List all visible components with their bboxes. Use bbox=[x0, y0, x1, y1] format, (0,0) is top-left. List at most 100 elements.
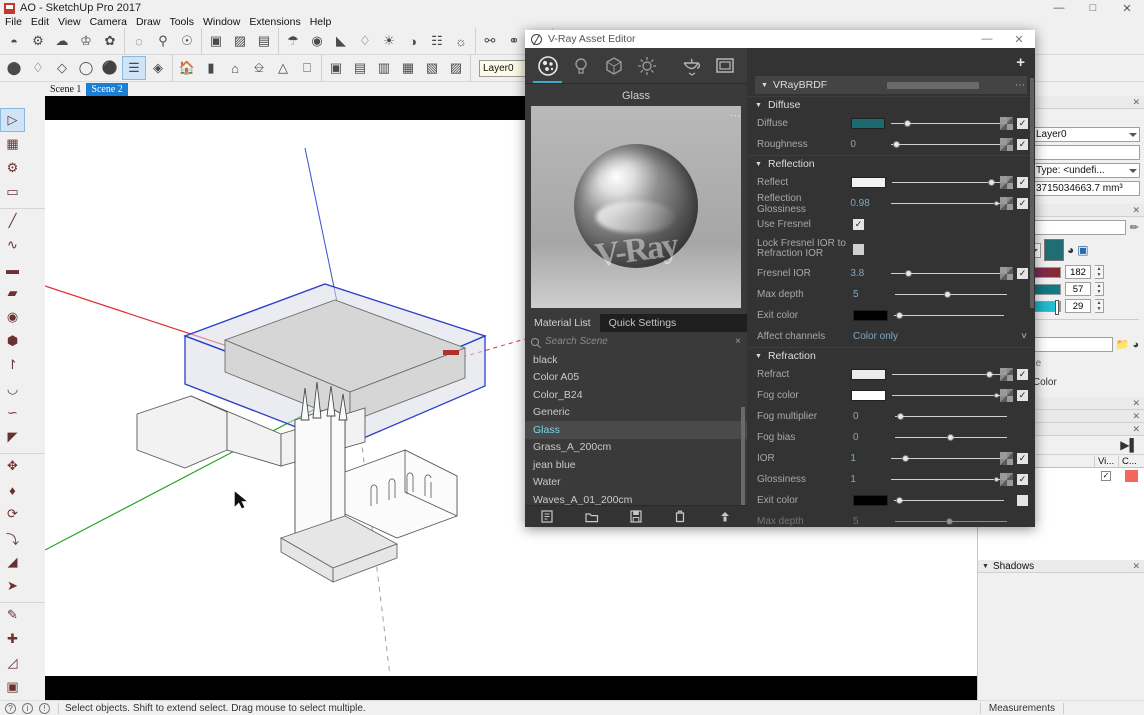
ies-light-icon[interactable]: ♢ bbox=[353, 29, 377, 53]
reflection-glossiness-value[interactable]: 0.98 bbox=[850, 198, 891, 209]
geometry-tab[interactable] bbox=[597, 49, 630, 83]
style-back-edges-icon[interactable]: ◈ bbox=[146, 56, 170, 80]
glossiness-texture-slot-icon[interactable] bbox=[1000, 473, 1013, 486]
roughness-enable-checkbox[interactable]: ✓ bbox=[1017, 139, 1028, 150]
close-button[interactable]: ✕ bbox=[1110, 0, 1144, 16]
dimension-tool-icon[interactable]: ✚ bbox=[0, 627, 25, 651]
material-list-scrollbar[interactable] bbox=[741, 407, 745, 505]
max-depth-refraction-slider[interactable] bbox=[895, 516, 1007, 528]
exit-color-swatch[interactable] bbox=[853, 310, 888, 321]
arc-tool-icon[interactable]: ↾ bbox=[0, 353, 25, 377]
view-top-icon[interactable]: ▮ bbox=[199, 56, 223, 80]
paint-bucket-icon[interactable]: ◕ bbox=[1067, 243, 1074, 257]
fresnel-ior-texture-slot-icon[interactable] bbox=[1000, 267, 1013, 280]
select-tool-icon[interactable]: ▷ bbox=[0, 108, 25, 132]
fog-bias-value[interactable]: 0 bbox=[853, 432, 895, 443]
hue-value[interactable]: 182 bbox=[1065, 265, 1091, 279]
browse-texture-icon[interactable]: 📁 bbox=[1116, 338, 1130, 351]
menu-edit[interactable]: Edit bbox=[31, 16, 49, 28]
menu-file[interactable]: File bbox=[5, 16, 22, 28]
3point-arc-tool-icon[interactable]: ∽ bbox=[0, 401, 25, 425]
pie-tool-icon[interactable]: ◤ bbox=[0, 425, 25, 449]
menu-camera[interactable]: Camera bbox=[90, 16, 127, 28]
materials-tab[interactable] bbox=[531, 49, 564, 83]
freehand-tool-icon[interactable]: ∿ bbox=[0, 233, 25, 257]
close-icon[interactable]: ✕ bbox=[1132, 398, 1140, 409]
affect-channels-value[interactable]: Color only bbox=[853, 331, 1021, 342]
style-monochrome-icon[interactable]: ☰ bbox=[122, 56, 146, 80]
exit-color-refraction-slider[interactable] bbox=[894, 495, 1004, 507]
layer-merge-icon[interactable]: ▦ bbox=[396, 56, 420, 80]
eyedropper-icon[interactable]: ✏ bbox=[1130, 221, 1139, 234]
minimize-button[interactable]: — bbox=[1042, 0, 1076, 16]
protractor-tool-icon[interactable]: ◿ bbox=[0, 651, 25, 675]
move-tool-icon[interactable]: ✥ bbox=[0, 454, 25, 478]
frame-buffer-icon[interactable]: ▣ bbox=[204, 29, 228, 53]
render-crown-icon[interactable]: ♔ bbox=[74, 29, 98, 53]
eraser-tool-icon[interactable]: ▭ bbox=[0, 180, 25, 204]
section-header-diffuse[interactable]: ▼ Diffuse bbox=[747, 96, 1035, 113]
context-help-icon[interactable]: ? bbox=[5, 702, 16, 714]
fog-multiplier-slider[interactable] bbox=[895, 411, 1007, 423]
match-screen-color-icon[interactable]: ▣ bbox=[1077, 243, 1088, 257]
saturation-value[interactable]: 57 bbox=[1065, 282, 1091, 296]
line-tool-icon[interactable]: ╱ bbox=[0, 209, 25, 233]
entity-type-dropdown[interactable]: Type: <undefi... bbox=[1032, 163, 1140, 178]
refract-texture-slot-icon[interactable] bbox=[1000, 368, 1013, 381]
make-component-tool-icon[interactable]: ▦ bbox=[0, 132, 25, 156]
max-depth-refraction-value[interactable]: 5 bbox=[853, 516, 895, 527]
diffuse-slider[interactable] bbox=[890, 118, 1000, 130]
section-header-reflection[interactable]: ▼ Reflection bbox=[747, 155, 1035, 172]
reflect-enable-checkbox[interactable]: ✓ bbox=[1017, 177, 1028, 188]
brightness-stepper[interactable]: ▲ ▼ bbox=[1095, 299, 1104, 313]
material-color-swatch[interactable] bbox=[1044, 239, 1064, 261]
reflect-texture-slot-icon[interactable] bbox=[1000, 176, 1013, 189]
close-icon[interactable]: ✕ bbox=[1132, 561, 1140, 572]
sphere-light-icon[interactable]: ◉ bbox=[305, 29, 329, 53]
tab-quick-settings[interactable]: Quick Settings bbox=[599, 314, 686, 332]
brdf-layer-header[interactable]: ▼ VRayBRDF ⋮ bbox=[755, 76, 1027, 94]
reflection-glossiness-slider[interactable] bbox=[891, 198, 1000, 210]
frame-buffer-tab[interactable] bbox=[708, 49, 741, 83]
diffuse-texture-slot-icon[interactable] bbox=[1000, 117, 1013, 130]
close-icon[interactable]: ✕ bbox=[1132, 424, 1140, 435]
style-shaded-icon[interactable]: ◯ bbox=[74, 56, 98, 80]
menu-tools[interactable]: Tools bbox=[169, 16, 194, 28]
exit-color-refraction-swatch[interactable] bbox=[853, 495, 888, 506]
menu-window[interactable]: Window bbox=[203, 16, 240, 28]
proxy-mesh-icon[interactable]: ⚭ bbox=[502, 29, 526, 53]
hue-stepper[interactable]: ▲ ▼ bbox=[1095, 265, 1104, 279]
view-back-icon[interactable]: △ bbox=[271, 56, 295, 80]
delete-material-icon[interactable] bbox=[669, 510, 691, 523]
add-layer-button[interactable]: + bbox=[1016, 54, 1025, 71]
reflection-glossiness-texture-slot-icon[interactable] bbox=[1000, 197, 1013, 210]
material-list[interactable]: black Color A05 Color_B24 Generic Glass … bbox=[525, 351, 747, 505]
sun-light-icon[interactable]: ☀ bbox=[377, 29, 401, 53]
fog-color-swatch[interactable] bbox=[851, 390, 886, 401]
fog-color-texture-slot-icon[interactable] bbox=[1000, 389, 1013, 402]
brightness-value[interactable]: 29 bbox=[1065, 299, 1091, 313]
style-texture-icon[interactable]: ⚫ bbox=[98, 56, 122, 80]
use-fresnel-checkbox[interactable]: ✓ bbox=[853, 219, 864, 230]
shadows-panel-header[interactable]: ▼ Shadows ✕ bbox=[978, 560, 1144, 573]
dome-light-icon[interactable]: ☂ bbox=[281, 29, 305, 53]
apply-material-icon[interactable] bbox=[714, 510, 736, 523]
brdf-name-field[interactable] bbox=[887, 81, 980, 89]
max-depth-value[interactable]: 5 bbox=[853, 289, 895, 300]
reflection-glossiness-enable-checkbox[interactable]: ✓ bbox=[1017, 198, 1028, 209]
material-search-bar[interactable]: Search Scene × bbox=[525, 332, 747, 351]
scene-assets-icon[interactable]: ☉ bbox=[175, 29, 199, 53]
render-tab[interactable] bbox=[675, 49, 708, 83]
menu-extensions[interactable]: Extensions bbox=[249, 16, 300, 28]
fog-bias-slider[interactable] bbox=[895, 432, 1007, 444]
omni-light-icon[interactable]: ☷ bbox=[425, 29, 449, 53]
rotate-tool-icon[interactable]: ⟳ bbox=[0, 502, 25, 526]
max-depth-slider[interactable] bbox=[895, 289, 1007, 301]
menu-draw[interactable]: Draw bbox=[136, 16, 161, 28]
close-icon[interactable]: ✕ bbox=[1132, 97, 1140, 108]
view-right-icon[interactable]: ⎒ bbox=[247, 56, 271, 80]
parameters-scrollbar[interactable] bbox=[1030, 78, 1034, 308]
circle-tool-icon[interactable]: ◉ bbox=[0, 305, 25, 329]
layer-group-icon[interactable]: ▣ bbox=[324, 56, 348, 80]
menu-help[interactable]: Help bbox=[310, 16, 332, 28]
